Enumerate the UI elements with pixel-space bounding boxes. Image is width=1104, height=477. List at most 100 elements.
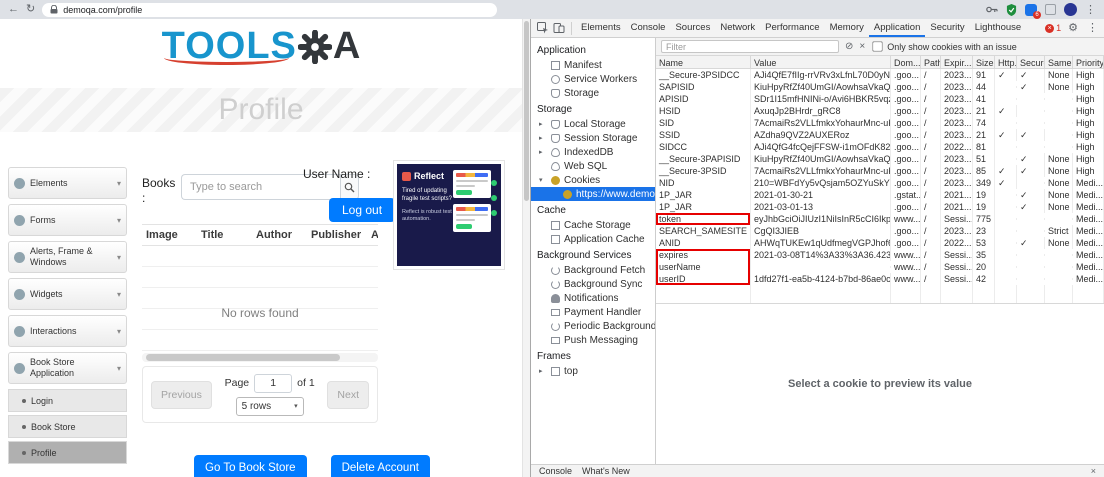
cookie-row-search-samesite[interactable]: SEARCH_SAMESITE CgQI3JIEB .goo.../2023... 2… <box>656 225 1104 237</box>
devtools-tab-sources[interactable]: Sources <box>670 19 715 37</box>
devtools-menu-icon[interactable]: ⋮ <box>1087 22 1098 34</box>
device-toolbar-icon[interactable] <box>553 22 565 34</box>
page-number-input[interactable] <box>254 373 293 393</box>
clear-all-cookies-icon[interactable]: ⊘ <box>845 41 853 52</box>
devtools-tab-application[interactable]: Application <box>868 19 926 37</box>
cookie-row-sapisid[interactable]: SAPISIDKiuHpyRfZf40UmGI/AowhsaVkaQymWQ..… <box>656 81 1104 93</box>
tree-item-top[interactable]: ▸ top <box>531 364 655 378</box>
key-icon[interactable] <box>986 6 998 13</box>
next-button[interactable]: Next <box>327 380 369 409</box>
extensions-menu-icon[interactable] <box>1045 4 1056 15</box>
cookie-col-header-size[interactable]: Size <box>973 56 995 68</box>
error-badge[interactable]: × 1 <box>1045 23 1061 33</box>
reload-icon[interactable]: ↻ <box>26 4 35 15</box>
ad-banner[interactable]: Reflect Tired of updating fragile test s… <box>393 160 505 270</box>
cookie-row-sidcc[interactable]: SIDCCAJi4QfG4fcQejFFSW-i1mOFdK82UznOG...… <box>656 141 1104 153</box>
drawer-close-icon[interactable]: × <box>1091 466 1096 476</box>
tree-item-session-storage[interactable]: ▸ Session Storage <box>531 131 655 145</box>
extension-icon[interactable]: 6 <box>1025 3 1041 19</box>
cookie-col-header-priority[interactable]: Priority <box>1073 56 1104 68</box>
chevron-collapsed-icon[interactable]: ▸ <box>539 148 547 156</box>
go-to-book-store-button[interactable]: Go To Book Store <box>194 455 307 477</box>
devtools-tab-security[interactable]: Security <box>925 19 969 37</box>
devtools-tab-performance[interactable]: Performance <box>760 19 824 37</box>
cookie-col-header-secure[interactable]: Secure <box>1017 56 1045 68</box>
sidebar-group-elements[interactable]: Elements ▾ <box>8 167 127 199</box>
cookie-row-secure-3psidcc[interactable]: __Secure-3PSIDCC AJi4QfE7fIIg-rrVRv3xLfnL… <box>656 69 1104 81</box>
sidebar-group-interactions[interactable]: Interactions ▾ <box>8 315 127 347</box>
rows-per-page-select[interactable]: 5 rows ▾ <box>235 396 304 416</box>
issue-filter[interactable]: Only show cookies with an issue <box>871 40 1017 53</box>
tree-item-background-fetch[interactable]: Background Fetch <box>531 263 655 277</box>
scrollbar-thumb[interactable] <box>524 21 529 201</box>
tree-item-push-messaging[interactable]: Push Messaging <box>531 333 655 347</box>
cookie-row-token[interactable]: tokeneyJhbGciOiJIUzI1NiIsInR5cCI6IkpXVCJ… <box>656 213 1104 225</box>
chevron-collapsed-icon[interactable]: ▸ <box>539 120 547 128</box>
devtools-tab-memory[interactable]: Memory <box>825 19 869 37</box>
chevron-collapsed-icon[interactable]: ▸ <box>539 134 547 142</box>
col-header-publisher[interactable]: Publisher <box>307 225 367 245</box>
issue-filter-checkbox[interactable] <box>872 41 883 52</box>
cookie-col-header-value[interactable]: Value <box>751 56 891 68</box>
previous-button[interactable]: Previous <box>151 380 212 409</box>
chevron-expanded-icon[interactable]: ▾ <box>539 176 547 184</box>
delete-account-button[interactable]: Delete Account <box>330 455 430 477</box>
sidebar-group-alerts-frame-windows[interactable]: Alerts, Frame & Windows ▾ <box>8 241 127 273</box>
cookie-row-apisid[interactable]: APISIDSDr1I15mfHNINi-o/Avi6HBKR5vqz5nIVX… <box>656 93 1104 105</box>
devtools-tab-elements[interactable]: Elements <box>576 19 626 37</box>
cookie-row-hsid[interactable]: HSID AxuqJp2BHrdr_gRC8 .goo.../2023... 21 ✓ H… <box>656 105 1104 117</box>
tree-item-indexeddb[interactable]: ▸ IndexedDB <box>531 145 655 159</box>
cookie-row-username[interactable]: userName www... / Sessi... 20 Medi... <box>656 261 1104 273</box>
col-header-title[interactable]: Title <box>197 225 252 245</box>
shield-check-icon[interactable] <box>1006 3 1017 16</box>
cookie-row-secure-3psid[interactable]: __Secure-3PSID 7AcmaiRs2VLLfmkxYohaurMnc-… <box>656 165 1104 177</box>
tree-item-service-workers[interactable]: Service Workers <box>531 72 655 86</box>
cookie-row-expires[interactable]: expires 2021-03-08T14%3A33%3A36.423Z www..… <box>656 249 1104 261</box>
tree-item-manifest[interactable]: Manifest <box>531 58 655 72</box>
sidebar-group-book-store-application[interactable]: Book Store Application ▾ <box>8 352 127 384</box>
cookie-col-header-http[interactable]: Http... <box>995 56 1017 68</box>
tree-item-periodic-background-sync[interactable]: Periodic Background Sync <box>531 319 655 333</box>
cookie-row-1p-jar[interactable]: 1P_JAR 2021-01-30-21 .gstat.../2021... 19 ✓ N… <box>656 189 1104 201</box>
profile-avatar[interactable] <box>1064 3 1077 16</box>
cookie-filter-input[interactable] <box>661 40 839 53</box>
sidebar-group-forms[interactable]: Forms ▾ <box>8 204 127 236</box>
col-header-action[interactable]: Action <box>367 225 378 245</box>
devtools-tab-console[interactable]: Console <box>626 19 671 37</box>
settings-gear-icon[interactable]: ⚙ <box>1068 22 1078 34</box>
tree-item-local-storage[interactable]: ▸ Local Storage <box>531 117 655 131</box>
inspect-icon[interactable] <box>537 22 549 34</box>
address-bar[interactable]: demoqa.com/profile <box>42 2 498 17</box>
devtools-tab-lighthouse[interactable]: Lighthouse <box>970 19 1026 37</box>
tree-item-notifications[interactable]: Notifications <box>531 291 655 305</box>
tree-item-storage[interactable]: Storage <box>531 86 655 100</box>
tree-item-application-cache[interactable]: Application Cache <box>531 232 655 246</box>
cookie-row-userid[interactable]: userID1dfd27f1-ea5b-4124-b7bd-86ae0c1997… <box>656 273 1104 285</box>
col-header-author[interactable]: Author <box>252 225 307 245</box>
devtools-tab-network[interactable]: Network <box>715 19 760 37</box>
delete-cookie-icon[interactable]: × <box>859 41 865 52</box>
back-icon[interactable]: ← <box>8 4 19 15</box>
tree-item-cookies[interactable]: ▾ Cookies <box>531 173 655 187</box>
cookie-row-sid[interactable]: SID7AcmaiRs2VLLfmkxYohaurMnc-uKlUeRD....… <box>656 117 1104 129</box>
drawer-console-tab[interactable]: Console <box>539 466 572 476</box>
logout-button[interactable]: Log out <box>329 198 396 222</box>
cookie-col-header-path[interactable]: Path <box>921 56 941 68</box>
cookie-row-anid[interactable]: ANIDAHWqTUKEw1qUdfmegVGPJhof67tHcvE....g… <box>656 237 1104 249</box>
sidebar-item-login[interactable]: Login <box>8 389 127 412</box>
cookie-col-header-expir[interactable]: Expir... <box>941 56 973 68</box>
browser-menu-icon[interactable]: ⋮ <box>1085 3 1096 16</box>
sidebar-item-profile[interactable]: Profile <box>8 441 127 464</box>
page-scrollbar[interactable] <box>522 19 530 477</box>
tree-item-background-sync[interactable]: Background Sync <box>531 277 655 291</box>
chevron-collapsed-icon[interactable]: ▸ <box>539 367 547 375</box>
sidebar-group-widgets[interactable]: Widgets ▾ <box>8 278 127 310</box>
cookie-row-nid[interactable]: NID210=WBFdYy5vQsjam5OZYuSkYGoKufL....go… <box>656 177 1104 189</box>
cookie-col-header-dom[interactable]: Dom... <box>891 56 921 68</box>
cookie-row-ssid[interactable]: SSID AZdha9QVZ2AUXERoz .goo.../2023... 21 ✓ ✓… <box>656 129 1104 141</box>
scrollbar-thumb[interactable] <box>146 354 340 361</box>
cookie-col-header-name[interactable]: Name <box>656 56 751 68</box>
cookie-col-header-same[interactable]: Same... <box>1045 56 1073 68</box>
horizontal-scrollbar[interactable] <box>142 353 378 362</box>
sidebar-item-book-store[interactable]: Book Store <box>8 415 127 438</box>
